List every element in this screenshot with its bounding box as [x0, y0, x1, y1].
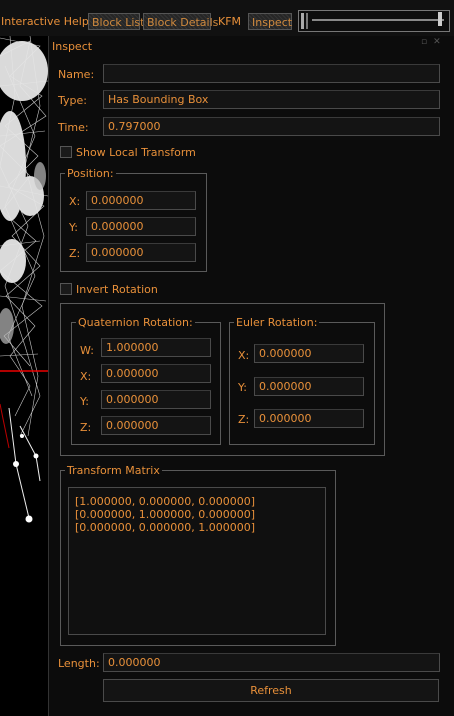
quaternion-y-field[interactable]: 0.000000 [101, 390, 211, 409]
length-label: Length: [58, 657, 100, 670]
slider-left-handle [301, 13, 304, 29]
tab-block-list[interactable]: Block List [88, 13, 144, 30]
euler-group-title: Euler Rotation: [234, 316, 320, 329]
transform-matrix-text[interactable]: [1.000000, 0.000000, 0.000000] [0.000000… [68, 487, 326, 635]
quaternion-z-field[interactable]: 0.000000 [101, 416, 211, 435]
position-group-title: Position: [65, 167, 116, 180]
euler-x-label: X: [238, 349, 250, 362]
render-viewport[interactable] [0, 36, 48, 716]
time-label: Time: [58, 121, 89, 134]
invert-rotation-checkbox[interactable] [60, 283, 72, 295]
quaternion-w-label: W: [80, 344, 94, 357]
length-field[interactable]: 0.000000 [103, 653, 440, 672]
show-local-transform-checkbox[interactable] [60, 146, 72, 158]
position-x-field[interactable]: 0.000000 [86, 191, 196, 210]
euler-x-field[interactable]: 0.000000 [254, 344, 364, 363]
position-z-field[interactable]: 0.000000 [86, 243, 196, 262]
quaternion-y-label: Y: [80, 395, 89, 408]
show-local-transform-label: Show Local Transform [76, 146, 196, 159]
panel-window-controls[interactable]: ▫✕ [421, 37, 447, 47]
euler-z-field[interactable]: 0.000000 [254, 409, 364, 428]
tab-interactive-help[interactable]: Interactive Help [1, 13, 89, 30]
slider-left-handle-shadow [306, 13, 308, 29]
time-field[interactable]: 0.797000 [103, 117, 440, 136]
panel-title: Inspect [52, 40, 93, 53]
matrix-row: [1.000000, 0.000000, 0.000000] [75, 495, 256, 508]
matrix-row: [0.000000, 1.000000, 0.000000] [75, 508, 256, 521]
euler-y-label: Y: [238, 381, 247, 394]
position-y-label: Y: [69, 221, 78, 234]
transform-matrix-title: Transform Matrix [65, 464, 162, 477]
refresh-button[interactable]: Refresh [103, 679, 439, 702]
quaternion-x-label: X: [80, 370, 92, 383]
mesh-render [0, 36, 48, 523]
position-y-field[interactable]: 0.000000 [86, 217, 196, 236]
position-z-label: Z: [69, 247, 81, 260]
position-x-label: X: [69, 195, 81, 208]
slider-track [312, 19, 444, 21]
matrix-row: [0.000000, 0.000000, 1.000000] [75, 521, 256, 534]
euler-y-field[interactable]: 0.000000 [254, 377, 364, 396]
quaternion-w-field[interactable]: 1.000000 [101, 338, 211, 357]
type-label: Type: [58, 94, 87, 107]
time-slider[interactable] [298, 10, 450, 32]
tab-kfm[interactable]: KFM [218, 13, 241, 30]
quaternion-x-field[interactable]: 0.000000 [101, 364, 211, 383]
name-field[interactable] [103, 64, 440, 83]
type-field[interactable]: Has Bounding Box [103, 90, 440, 109]
tab-inspect[interactable]: Inspect [248, 13, 292, 30]
slider-handle[interactable] [438, 12, 442, 26]
euler-z-label: Z: [238, 413, 250, 426]
name-label: Name: [58, 68, 95, 81]
invert-rotation-label: Invert Rotation [76, 283, 158, 296]
quaternion-group-title: Quaternion Rotation: [76, 316, 195, 329]
quaternion-z-label: Z: [80, 421, 92, 434]
tab-block-details[interactable]: Block Details [143, 13, 218, 30]
